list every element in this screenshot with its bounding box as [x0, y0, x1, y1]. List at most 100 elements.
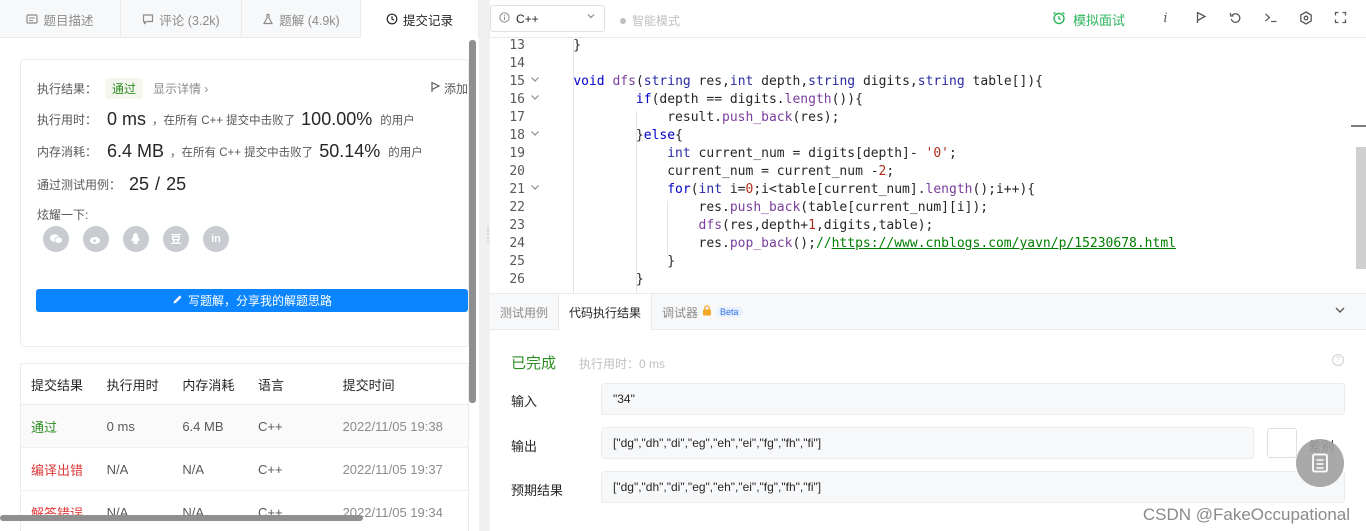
- tab-testcase[interactable]: 测试用例: [490, 294, 558, 330]
- fold-chevron-icon[interactable]: [530, 73, 540, 91]
- weibo-icon[interactable]: [83, 226, 109, 252]
- row-memory: N/A: [182, 461, 204, 477]
- table-row[interactable]: 编译出错 N/A N/A C++ 2022/11/05 19:37: [21, 448, 468, 491]
- code-line[interactable]: res.pop_back();//https://www.cnblogs.com…: [542, 235, 1176, 253]
- left-vertical-scrollbar[interactable]: [469, 40, 476, 403]
- line-number: 18: [509, 128, 525, 143]
- show-detail-link[interactable]: 显示详情 ›: [153, 80, 208, 97]
- table-row[interactable]: 解答错误 N/A N/A C++ 2022/11/05 19:34: [21, 491, 468, 531]
- memory-row: 内存消耗： 6.4 MB ，在所有 C++ 提交中击败了 50.14% 的用户: [37, 141, 423, 162]
- chevron-down-icon[interactable]: [1334, 304, 1346, 319]
- floating-note-button[interactable]: [1296, 439, 1344, 487]
- header-memory: 内存消耗: [182, 377, 235, 393]
- mock-interview-label: 模拟面试: [1073, 13, 1126, 28]
- smart-mode-label: 智能模式: [632, 14, 681, 28]
- code-line[interactable]: void dfs(string res,int depth,string dig…: [542, 73, 1043, 91]
- clock-icon: [386, 13, 398, 25]
- fullscreen-icon[interactable]: [1333, 11, 1348, 28]
- problem-tabs: 题目描述 评论 (3.2k) 题解 (4.9k) 提交记录: [0, 0, 479, 38]
- row-status[interactable]: 编译出错: [21, 460, 107, 479]
- add-note-button[interactable]: 添加: [430, 80, 468, 97]
- line-number: 22: [509, 200, 525, 215]
- code-line[interactable]: }: [542, 39, 581, 55]
- flask-icon: [262, 13, 274, 25]
- tab-testcase-label: 测试用例: [500, 305, 549, 320]
- indent-guide: [573, 39, 574, 293]
- code-line[interactable]: for(int i=0;i<table[current_num].length(…: [542, 181, 1035, 199]
- exec-result-label: 执行结果：: [37, 82, 98, 96]
- share-row: 炫耀一下:: [37, 206, 88, 223]
- code-editor[interactable]: 13 14 15 16 17 18 19 20 21 22 23 24 25 26 } void dfs(…: [490, 39, 1366, 293]
- settings-icon[interactable]: [1298, 11, 1313, 28]
- memory-beat-text: ，在所有 C++ 提交中击败了: [170, 146, 314, 159]
- douban-icon[interactable]: 豆: [163, 226, 189, 252]
- linkedin-icon[interactable]: in: [203, 226, 229, 252]
- tab-description-label: 题目描述: [43, 13, 94, 28]
- description-icon: [26, 13, 39, 25]
- code-line[interactable]: if(depth == digits.length()){: [542, 91, 863, 109]
- submissions-table: 提交结果 执行用时 内存消耗 语言 提交时间 通过 0 ms 6.4 MB C+…: [20, 363, 469, 531]
- tab-description[interactable]: 题目描述: [0, 0, 121, 38]
- fold-chevron-icon[interactable]: [530, 127, 540, 145]
- memory-label: 内存消耗：: [37, 145, 98, 159]
- wechat-icon[interactable]: [43, 226, 69, 252]
- tab-debugger[interactable]: 调试器 Beta: [652, 294, 753, 330]
- alarm-clock-icon: [1052, 11, 1066, 28]
- info-icon[interactable]: i: [1158, 11, 1173, 28]
- pencil-icon: [172, 294, 183, 308]
- tab-solutions[interactable]: 题解 (4.9k): [242, 0, 361, 38]
- code-line[interactable]: }else{: [542, 127, 683, 145]
- tests-label: 通过测试用例：: [37, 178, 122, 192]
- code-line[interactable]: current_num = current_num -2;: [542, 163, 894, 181]
- code-line[interactable]: }: [542, 271, 644, 289]
- left-panel: 题目描述 评论 (3.2k) 题解 (4.9k) 提交记录 执行结果： 通过 显…: [0, 0, 479, 531]
- terminal-icon[interactable]: [1263, 11, 1278, 28]
- code-line[interactable]: result.push_back(res);: [542, 109, 839, 127]
- lock-icon: [702, 305, 712, 319]
- editor-scrollbar[interactable]: [1356, 147, 1366, 269]
- right-panel: C++ 智能模式 模拟面试 i 13 14 15 16 17 18 19 20 …: [490, 0, 1366, 531]
- row-language: C++: [257, 418, 283, 434]
- flag-outline-icon: [430, 81, 441, 96]
- tab-run-result[interactable]: 代码执行结果: [558, 294, 653, 330]
- row-time: 2022/11/05 19:38: [342, 418, 443, 434]
- tests-row: 通过测试用例： 25 / 25: [37, 174, 186, 195]
- line-number: 23: [509, 218, 525, 233]
- code-line[interactable]: int current_num = digits[depth]- '0';: [542, 145, 957, 163]
- flag-icon[interactable]: [1193, 11, 1208, 28]
- fold-chevron-icon[interactable]: [530, 181, 540, 199]
- tab-submissions[interactable]: 提交记录: [361, 0, 479, 38]
- code-line[interactable]: dfs(res,depth+1,digits,table);: [542, 217, 934, 235]
- fold-chevron-icon[interactable]: [530, 91, 540, 109]
- row-status[interactable]: 通过: [21, 417, 107, 436]
- tests-separator: /: [155, 174, 161, 194]
- help-icon[interactable]: ?: [1332, 354, 1344, 366]
- reset-icon[interactable]: [1228, 11, 1243, 28]
- diff-checkbox[interactable]: [1267, 428, 1297, 458]
- table-row[interactable]: 通过 0 ms 6.4 MB C++ 2022/11/05 19:38: [21, 405, 468, 448]
- line-number-gutter: 13 14 15 16 17 18 19 20 21 22 23 24 25 26: [490, 39, 542, 293]
- language-select[interactable]: C++: [490, 5, 605, 32]
- code-line[interactable]: res.push_back(table[current_num][i]);: [542, 199, 989, 217]
- mock-interview-button[interactable]: 模拟面试: [1052, 10, 1125, 29]
- toolbar-icons: i: [1158, 11, 1348, 28]
- line-number: 17: [509, 110, 525, 125]
- code-line[interactable]: }: [542, 253, 675, 271]
- write-solution-button[interactable]: 写题解，分享我的解题思路: [36, 289, 468, 312]
- line-number: 26: [509, 272, 525, 287]
- run-result-panel: 已完成 执行用时：0 ms ? 输入 "34" 输出 ["dg","dh","d…: [490, 330, 1366, 531]
- table-header: 提交结果 执行用时 内存消耗 语言 提交时间: [21, 364, 468, 405]
- panel-resize-handle[interactable]: ⋮ ⋮: [479, 0, 493, 531]
- tab-submissions-label: 提交记录: [402, 13, 453, 28]
- line-number: 20: [509, 164, 525, 179]
- row-runtime: 0 ms: [106, 418, 135, 434]
- runtime-percent: 100.00%: [301, 109, 373, 129]
- left-horizontal-scrollbar[interactable]: [0, 515, 363, 521]
- tests-total: 25: [166, 174, 187, 194]
- smart-mode-toggle[interactable]: 智能模式: [620, 12, 680, 29]
- line-number: 15: [509, 74, 525, 89]
- tab-comments[interactable]: 评论 (3.2k): [121, 0, 242, 38]
- runtime-users-text: 的用户: [380, 114, 415, 127]
- language-value: C++: [516, 11, 539, 26]
- qq-icon[interactable]: [123, 226, 149, 252]
